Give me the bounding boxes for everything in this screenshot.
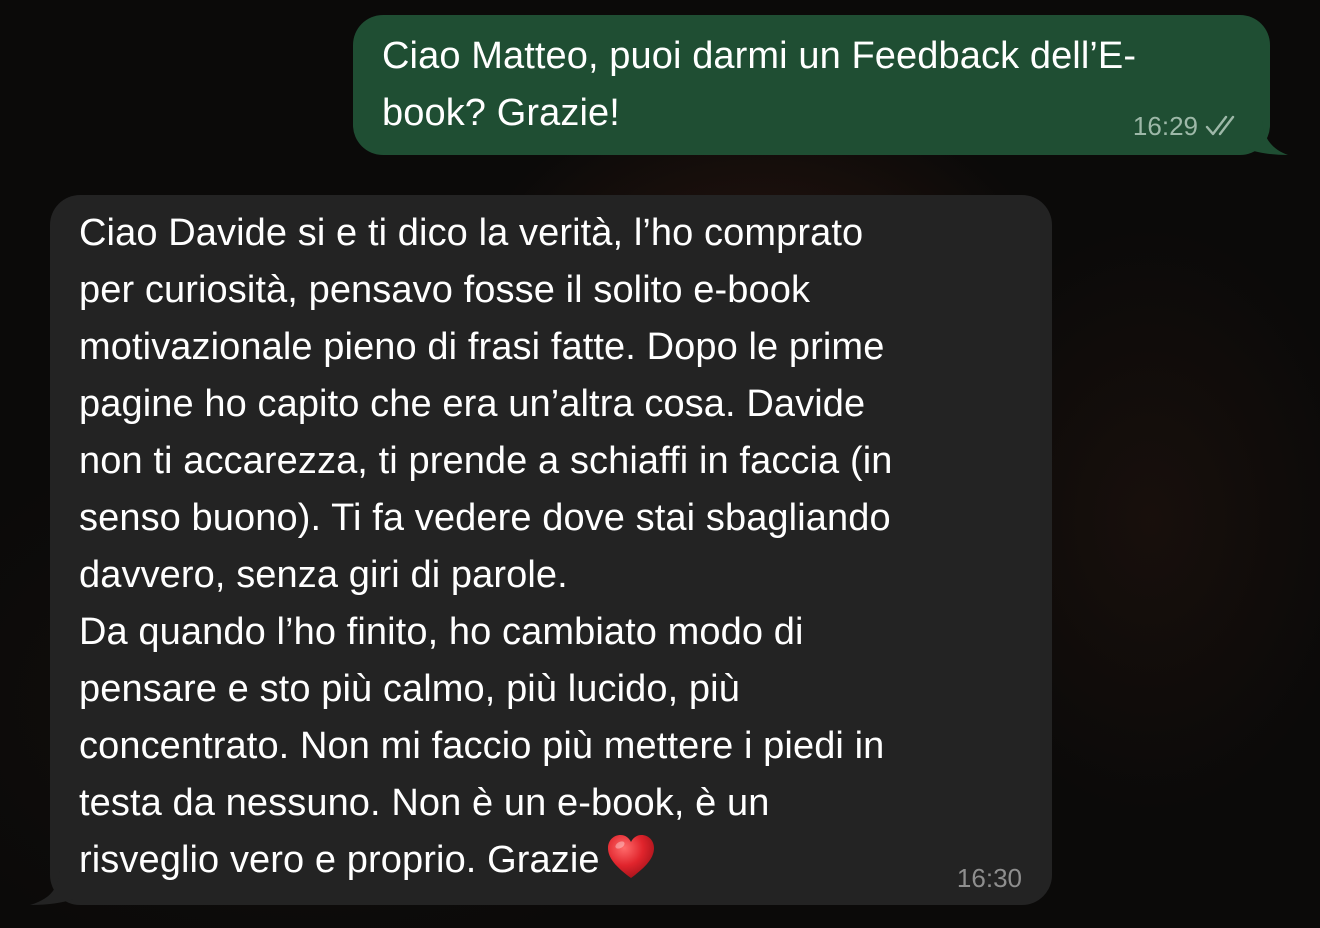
double-check-icon	[1205, 115, 1235, 136]
message-line: motivazionale pieno di frasi fatte. Dopo…	[79, 326, 885, 368]
message-line: non ti accarezza, ti prende a schiaffi i…	[79, 440, 893, 482]
message-line: senso buono). Ti fa vedere dove stai sba…	[79, 497, 891, 539]
message-line: book? Grazie!	[382, 92, 620, 134]
message-line: risveglio vero e proprio. Grazie	[79, 839, 600, 881]
message-line: per curiosità, pensavo fosse il solito e…	[79, 269, 811, 311]
message-time: 16:30	[956, 863, 1022, 893]
message-line: davvero, senza giri di parole.	[79, 554, 568, 596]
bubble-tail-icon	[1248, 121, 1288, 155]
incoming-message-bubble[interactable]: Ciao Davide si e ti dico la verità, l’ho…	[30, 195, 1052, 905]
message-text: Ciao Matteo, puoi darmi un Feedback dell…	[382, 28, 1240, 142]
bubble-tail-icon	[30, 871, 74, 905]
outgoing-message-bubble[interactable]: Ciao Matteo, puoi darmi un Feedback dell…	[353, 15, 1288, 155]
message-line: concentrato. Non mi faccio più mettere i…	[79, 725, 885, 767]
message-line: Ciao Matteo, puoi darmi un Feedback dell…	[382, 35, 1137, 77]
message-meta: 16:29	[1133, 111, 1242, 141]
message-line: Da quando l’ho finito, ho cambiato modo …	[79, 611, 804, 653]
heart-icon	[607, 835, 654, 878]
message-line: testa da nessuno. Non è un e-book, è un	[79, 782, 770, 824]
message-line: pensare e sto più calmo, più lucido, più	[79, 668, 740, 710]
message-text: Ciao Davide si e ti dico la verità, l’ho…	[79, 205, 1022, 889]
message-time: 16:29	[1132, 111, 1198, 141]
message-line: pagine ho capito che era un’altra cosa. …	[79, 383, 866, 425]
message-line: Ciao Davide si e ti dico la verità, l’ho…	[79, 212, 864, 254]
